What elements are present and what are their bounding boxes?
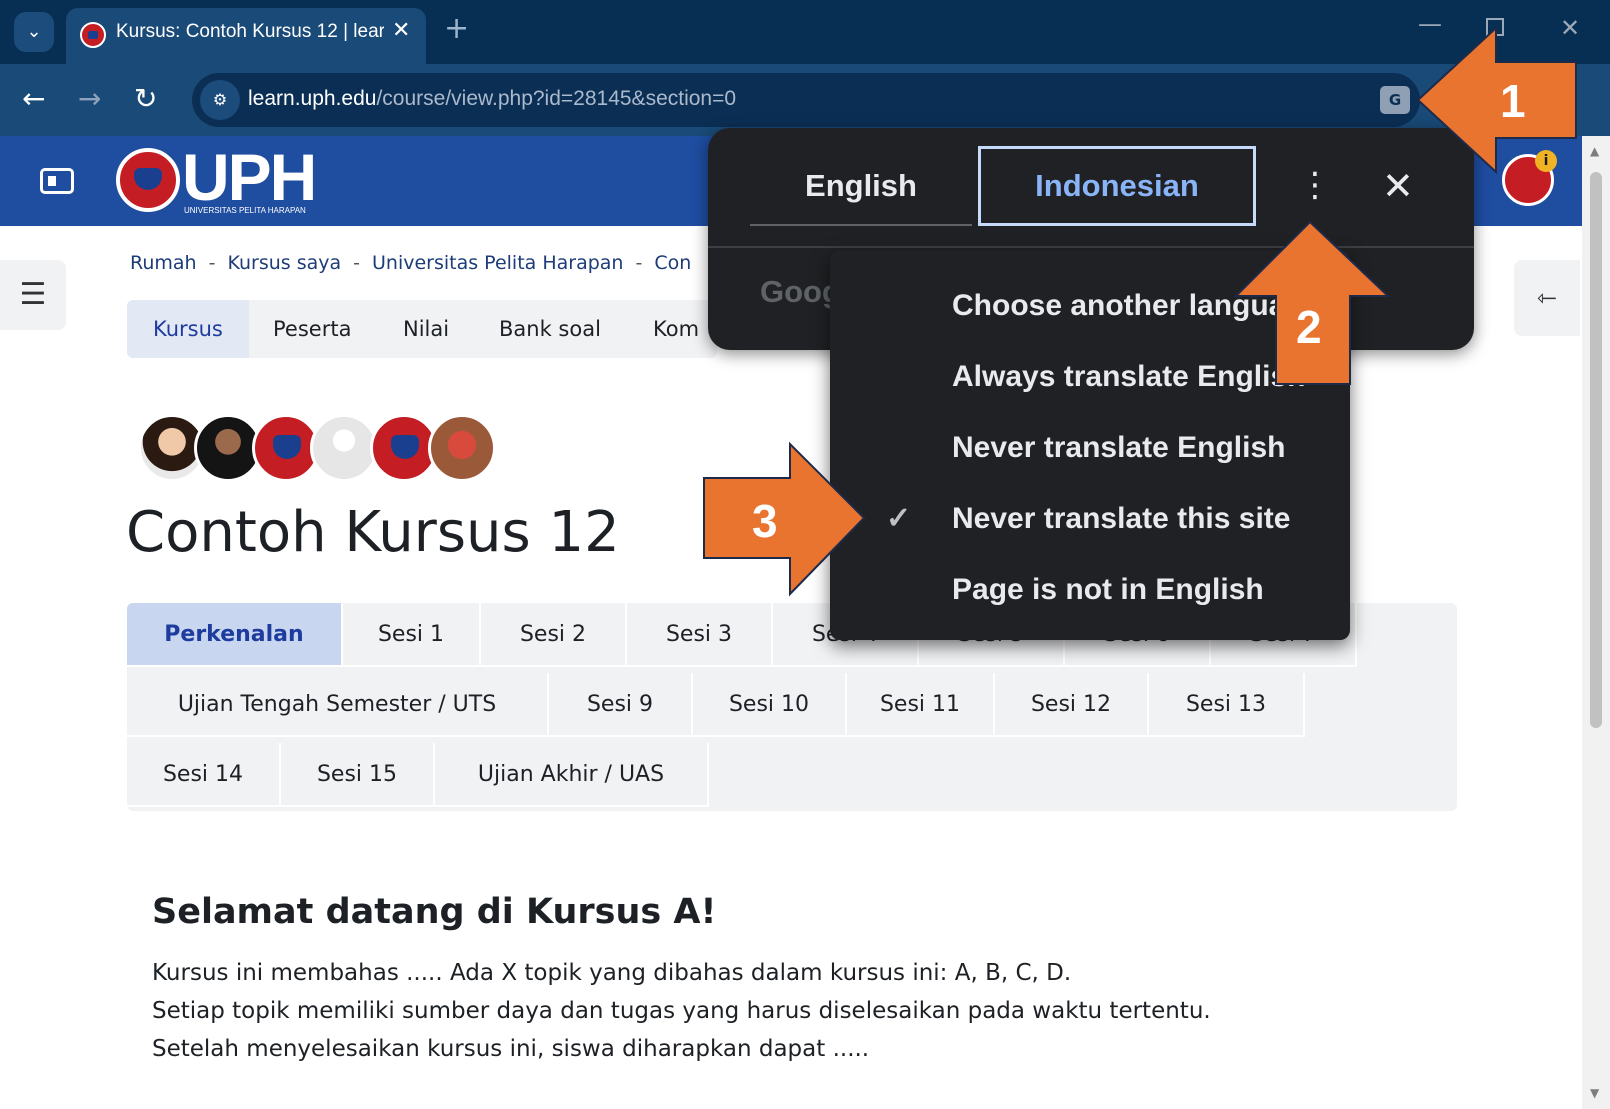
source-language-tab[interactable]: English — [750, 146, 972, 226]
menu-item-label: Always translate English — [952, 360, 1306, 393]
section-tab[interactable]: Sesi 13 — [1149, 673, 1305, 737]
translate-icon[interactable]: G — [1380, 86, 1410, 114]
breadcrumb-item-home[interactable]: Rumah — [130, 252, 197, 274]
section-tab[interactable]: Sesi 1 — [343, 603, 481, 667]
menu-item-label: Choose another language — [952, 289, 1321, 322]
breadcrumb: Rumah - Kursus saya - Universitas Pelita Har… — [130, 252, 691, 274]
callout-number: 3 — [752, 495, 778, 547]
browser-toolbar: ← → ↻ ⚙ learn.uph.edu/course/view.php?id… — [0, 64, 1610, 136]
close-window-icon[interactable]: ✕ — [1560, 14, 1580, 42]
minimize-window-icon[interactable]: — — [1418, 10, 1442, 38]
target-language-tab[interactable]: Indonesian — [978, 146, 1256, 226]
avatar[interactable] — [428, 414, 496, 482]
course-secondary-nav: Kursus Peserta Nilai Bank soal Kom — [127, 300, 717, 358]
uph-logo-emblem-icon[interactable] — [116, 148, 180, 212]
section-tab[interactable]: Sesi 2 — [481, 603, 627, 667]
course-index-drawer-icon[interactable]: ☰ — [0, 260, 66, 330]
section-tab[interactable]: Sesi 14 — [127, 743, 281, 807]
tab-participants[interactable]: Peserta — [247, 300, 377, 358]
section-tab[interactable]: Sesi 9 — [549, 673, 693, 737]
breadcrumb-separator: - — [353, 252, 360, 274]
url-path: /course/view.php?id=28145&section=0 — [376, 87, 737, 110]
section-tab[interactable]: Sesi 12 — [995, 673, 1149, 737]
summary-line: Setiap topik memiliki sumber daya dan tu… — [152, 998, 1211, 1024]
back-icon[interactable]: ← — [22, 79, 45, 119]
page-title: Contoh Kursus 12 — [126, 500, 620, 565]
scroll-down-icon[interactable]: ▼ — [1590, 1086, 1599, 1100]
section-tab[interactable]: Ujian Akhir / UAS — [435, 743, 709, 807]
callout-number: 2 — [1296, 301, 1322, 353]
reload-icon[interactable]: ↻ — [134, 79, 157, 119]
menu-item-label: Never translate English — [952, 431, 1286, 464]
site-logo-subtitle: UNIVERSITAS PELITA HARAPAN — [184, 206, 306, 215]
maximize-window-icon[interactable] — [1486, 18, 1504, 36]
scroll-up-icon[interactable]: ▲ — [1590, 144, 1599, 158]
summary-line: Setelah menyelesaikan kursus ini, siswa … — [152, 1036, 870, 1062]
more-options-icon[interactable]: ⋮ — [1298, 168, 1332, 202]
scrollbar-thumb[interactable] — [1590, 172, 1602, 728]
menu-item-always-translate[interactable]: Always translate English — [830, 341, 1350, 412]
menu-item-choose-language[interactable]: Choose another language — [830, 270, 1350, 341]
url-text[interactable]: learn.uph.edu/course/view.php?id=28145&s… — [248, 87, 736, 111]
tab-search-dropdown-icon[interactable]: ⌄ — [14, 12, 54, 52]
section-tab[interactable]: Ujian Tengah Semester / UTS — [127, 673, 549, 737]
translate-options-menu: Choose another language Always translate… — [830, 250, 1350, 640]
tab-grades[interactable]: Nilai — [377, 300, 475, 358]
sidebar-toggle-icon[interactable] — [40, 168, 74, 194]
menu-item-never-translate-language[interactable]: Never translate English — [830, 412, 1350, 483]
site-info-icon[interactable]: ⚙ — [200, 80, 240, 120]
section-tab[interactable]: Sesi 3 — [627, 603, 773, 667]
menu-item-label: Page is not in English — [952, 573, 1264, 606]
tab-question-bank[interactable]: Bank soal — [473, 300, 627, 358]
breadcrumb-item-my-courses[interactable]: Kursus saya — [227, 252, 341, 274]
avatar[interactable] — [310, 414, 378, 482]
page-scrollbar[interactable]: ▲ ▼ — [1582, 136, 1610, 1109]
breadcrumb-separator: - — [208, 252, 216, 274]
summary-line: Kursus ini membahas ..... Ada X topik ya… — [152, 960, 1072, 986]
callout-number: 1 — [1500, 75, 1526, 127]
welcome-heading: Selamat datang di Kursus A! — [152, 892, 717, 932]
browser-tab[interactable]: Kursus: Contoh Kursus 12 | learn ✕ — [66, 8, 426, 64]
menu-item-never-translate-site[interactable]: ✓ Never translate this site — [830, 483, 1350, 554]
google-translate-branding: Goog — [760, 274, 841, 309]
new-tab-icon[interactable]: + — [444, 14, 469, 44]
breadcrumb-item-university[interactable]: Universitas Pelita Harapan — [372, 252, 623, 274]
tab-course[interactable]: Kursus — [127, 300, 249, 358]
uph-favicon-icon — [80, 22, 106, 48]
breadcrumb-separator: - — [635, 252, 643, 274]
section-tab[interactable]: Sesi 10 — [693, 673, 847, 737]
menu-item-page-not-in-language[interactable]: Page is not in English — [830, 554, 1350, 625]
forward-icon[interactable]: → — [78, 79, 101, 119]
tab-close-icon[interactable]: ✕ — [392, 18, 410, 43]
section-tab[interactable]: Perkenalan — [127, 603, 343, 667]
close-icon[interactable]: ✕ — [1382, 166, 1414, 206]
menu-item-label: Never translate this site — [952, 502, 1291, 535]
url-host: learn.uph.edu — [248, 87, 377, 110]
info-badge-icon: i — [1535, 150, 1557, 172]
address-bar[interactable]: ⚙ learn.uph.edu/course/view.php?id=28145… — [192, 73, 1420, 127]
block-drawer-icon[interactable]: ⇽ — [1514, 260, 1580, 336]
section-tab[interactable]: Sesi 15 — [281, 743, 435, 807]
section-tab[interactable]: Sesi 11 — [847, 673, 995, 737]
bubble-divider — [708, 246, 1474, 248]
tab-title: Kursus: Contoh Kursus 12 | learn — [116, 21, 384, 42]
browser-tab-strip: ⌄ Kursus: Contoh Kursus 12 | learn ✕ + —… — [0, 0, 1610, 64]
breadcrumb-item-course[interactable]: Con — [654, 252, 691, 274]
checkmark-icon: ✓ — [886, 502, 912, 535]
site-logo-text[interactable]: UPH — [182, 142, 317, 212]
